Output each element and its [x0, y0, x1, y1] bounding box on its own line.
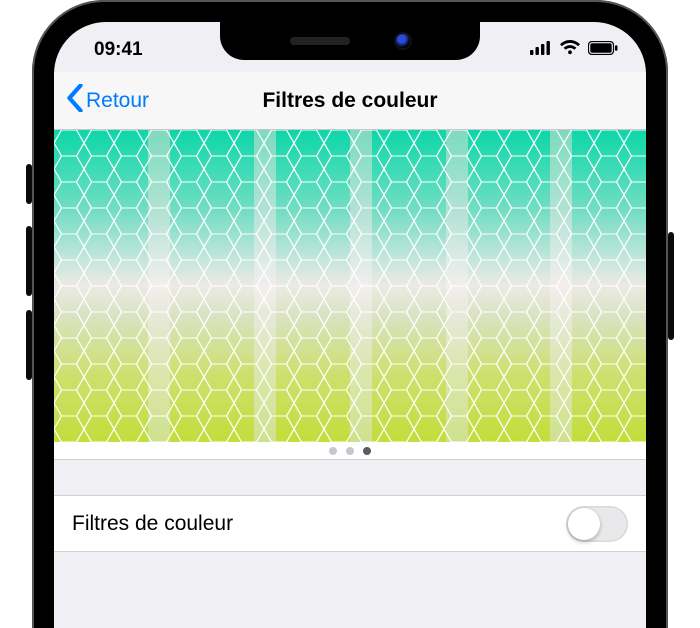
volume-up-button	[26, 226, 32, 296]
page-dot[interactable]	[329, 447, 337, 455]
battery-icon	[588, 39, 618, 61]
front-camera	[396, 34, 410, 48]
page-title: Filtres de couleur	[262, 89, 437, 113]
hex-pattern	[54, 130, 646, 442]
screen: 09:41	[54, 22, 646, 628]
mute-switch	[26, 164, 32, 204]
color-preview-card	[54, 130, 646, 460]
page-dot[interactable]	[346, 447, 354, 455]
navigation-bar: Retour Filtres de couleur	[54, 72, 646, 130]
side-button	[668, 232, 674, 340]
back-button[interactable]: Retour	[66, 72, 149, 129]
chevron-left-icon	[66, 84, 84, 118]
toggle-knob	[568, 508, 600, 540]
back-label: Retour	[86, 89, 149, 113]
phone-frame: 09:41	[32, 0, 668, 628]
speaker-grille	[290, 37, 350, 45]
color-preview-swatch[interactable]	[54, 130, 646, 442]
page-dot[interactable]	[363, 447, 371, 455]
wifi-icon	[559, 39, 581, 61]
page-indicator[interactable]	[54, 447, 646, 455]
volume-down-button	[26, 310, 32, 380]
cellular-icon	[530, 39, 552, 61]
content: Filtres de couleur	[54, 130, 646, 628]
color-filters-row: Filtres de couleur	[54, 496, 646, 552]
color-filters-label: Filtres de couleur	[72, 512, 233, 536]
notch	[220, 22, 480, 60]
color-filters-toggle[interactable]	[566, 506, 628, 542]
status-time: 09:41	[94, 39, 143, 61]
